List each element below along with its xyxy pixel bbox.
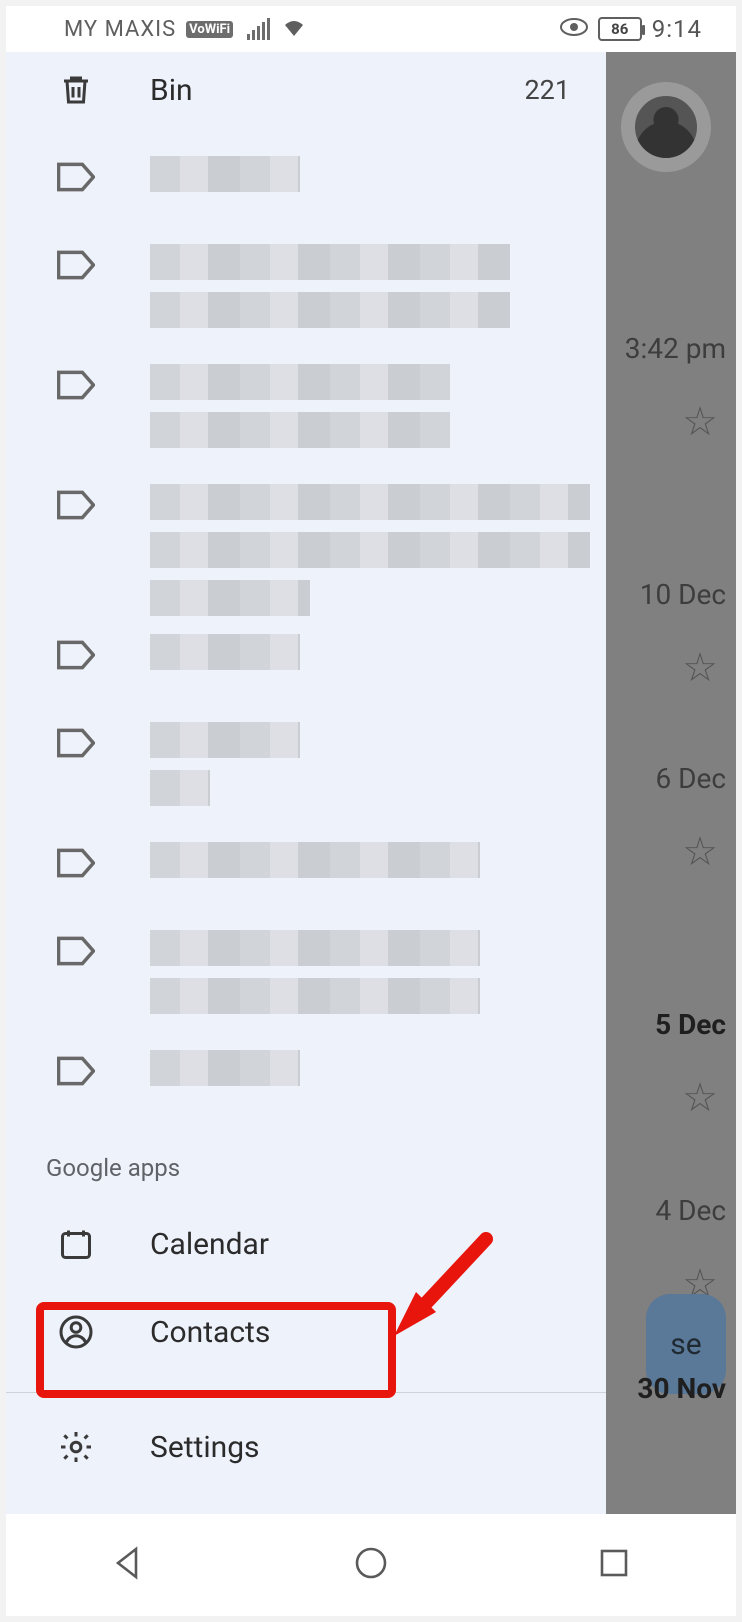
- gear-icon: [56, 1429, 96, 1465]
- mail-time: 4 Dec: [591, 1194, 726, 1227]
- drawer-item-label: Bin: [150, 73, 470, 108]
- drawer-label-item[interactable]: [6, 820, 606, 908]
- mail-time: 30 Nov: [591, 1372, 726, 1405]
- navigation-drawer[interactable]: Bin 221: [6, 52, 606, 1514]
- label-icon: [56, 250, 96, 280]
- contacts-icon: [56, 1314, 96, 1350]
- signal-icon: [247, 18, 270, 40]
- label-icon: [56, 936, 96, 966]
- mail-time: 6 Dec: [591, 762, 726, 795]
- label-icon: [56, 370, 96, 400]
- drawer-item-label: Settings: [150, 1430, 576, 1465]
- drawer-label-item[interactable]: [6, 612, 606, 700]
- vowifi-badge: VoWiFi: [186, 21, 233, 38]
- mail-time: 3:42 pm: [591, 332, 726, 365]
- status-bar: MY MAXIS VoWiFi 86 9:14: [6, 6, 736, 52]
- drawer-label-item[interactable]: [6, 700, 606, 820]
- star-icon[interactable]: ☆: [682, 644, 718, 691]
- drawer-label-item[interactable]: [6, 462, 606, 612]
- star-icon[interactable]: ☆: [682, 828, 718, 875]
- drawer-item-help[interactable]: Help and feedback: [6, 1493, 606, 1514]
- status-left: MY MAXIS VoWiFi: [64, 15, 306, 43]
- bin-icon: [56, 72, 96, 108]
- avatar[interactable]: [621, 82, 711, 172]
- drawer-label-item[interactable]: [6, 222, 606, 342]
- system-nav-bar: [6, 1514, 736, 1616]
- nav-back-button[interactable]: [108, 1543, 148, 1587]
- compose-fragment: se: [670, 1327, 701, 1362]
- star-icon[interactable]: ☆: [682, 1074, 718, 1121]
- mail-list-dimmed: 3:42 pm ☆ 10 Dec ☆ 6 Dec ☆ 5 Dec ☆ 4 Dec…: [601, 52, 736, 1514]
- nav-recent-button[interactable]: [594, 1543, 634, 1587]
- drawer-item-label: Contacts: [150, 1315, 576, 1350]
- star-icon[interactable]: ☆: [682, 398, 718, 445]
- drawer-label-item[interactable]: [6, 342, 606, 462]
- drawer-item-bin[interactable]: Bin 221: [6, 52, 606, 134]
- label-icon: [56, 490, 96, 520]
- label-icon: [56, 848, 96, 878]
- eye-icon: [560, 15, 588, 43]
- drawer-item-contacts[interactable]: Contacts: [6, 1288, 606, 1376]
- battery-icon: 86: [598, 17, 642, 41]
- status-right: 86 9:14: [560, 15, 702, 43]
- drawer-label-item[interactable]: [6, 1028, 606, 1116]
- label-icon: [56, 162, 96, 192]
- drawer-item-calendar[interactable]: Calendar: [6, 1200, 606, 1288]
- drawer-item-settings[interactable]: Settings: [6, 1401, 606, 1493]
- label-icon: [56, 640, 96, 670]
- drawer-section-google-apps: Google apps: [6, 1116, 606, 1200]
- nav-home-button[interactable]: [351, 1543, 391, 1587]
- carrier-name: MY MAXIS: [64, 17, 176, 42]
- calendar-icon: [56, 1226, 96, 1262]
- label-icon: [56, 728, 96, 758]
- mail-time: 10 Dec: [591, 578, 726, 611]
- clock: 9:14: [652, 15, 702, 43]
- drawer-label-item[interactable]: [6, 908, 606, 1028]
- drawer-item-label: Calendar: [150, 1227, 576, 1262]
- drawer-label-item[interactable]: [6, 134, 606, 222]
- drawer-item-count: 221: [524, 74, 576, 106]
- wifi-icon: [282, 15, 306, 43]
- mail-time: 5 Dec: [591, 1008, 726, 1041]
- label-icon: [56, 1056, 96, 1086]
- separator: [6, 1392, 606, 1393]
